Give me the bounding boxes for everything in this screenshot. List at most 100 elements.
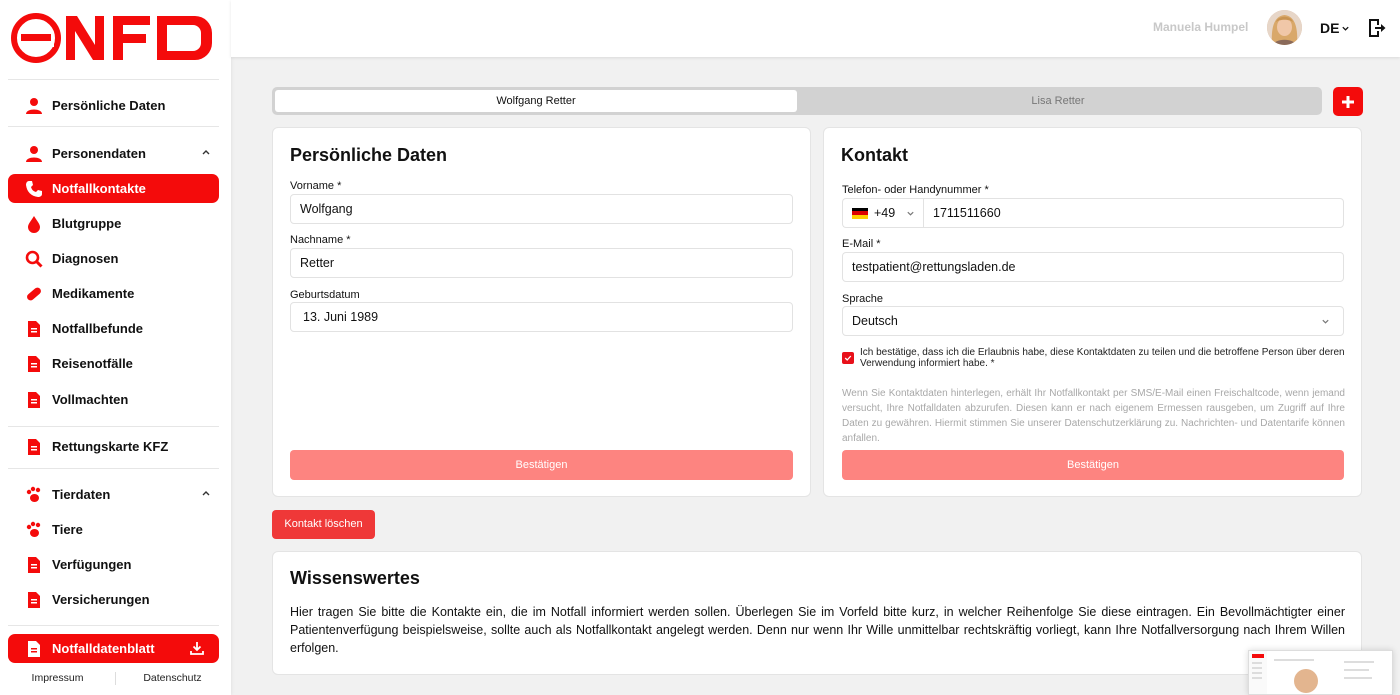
pill-icon [24,284,44,304]
sidebar-item-notfallbefunde[interactable]: Notfallbefunde [8,314,219,343]
paw-icon [24,485,44,505]
document-icon [24,390,44,410]
germany-flag-icon [852,207,868,219]
download-icon[interactable] [189,640,205,656]
delete-contact-button[interactable]: Kontakt löschen [272,510,375,539]
sidebar-item-label: Reisenotfälle [52,356,133,371]
add-contact-button[interactable] [1333,87,1363,116]
sidebar-item-diagnosen[interactable]: Diagnosen [8,244,219,273]
email-label: E-Mail * [842,238,881,250]
sidebar-item-rettungskarte-kfz[interactable]: Rettungskarte KFZ [8,432,219,461]
sidebar-item-verfuegungen[interactable]: Verfügungen [8,550,219,579]
phone-label: Telefon- oder Handynummer * [842,184,989,196]
sidebar-item-label: Blutgruppe [52,216,122,231]
contact-confirm-button[interactable]: Bestätigen [842,450,1344,480]
sidebar-item-label: Tiere [52,522,83,537]
sidebar-item-label: Personendaten [52,146,146,161]
sidebar-item-label: Diagnosen [52,251,119,266]
enfd-logo[interactable] [11,13,214,63]
language-select[interactable]: Deutsch [842,306,1344,336]
sidebar-item-notfalldatenblatt[interactable]: Notfalldatenblatt [8,634,219,663]
country-code-select[interactable]: +49 [842,198,923,228]
contact-title: Kontakt [841,145,908,165]
sidebar-item-tierdaten[interactable]: Tierdaten [8,480,219,509]
info-note: Wenn Sie Kontaktdaten hinterlegen, erhäl… [842,388,1345,444]
document-icon [24,437,44,457]
sidebar-item-label: Notfallkontakte [52,181,146,196]
sidebar-item-tiere[interactable]: Tiere [8,515,219,544]
preview-thumbnail[interactable] [1248,650,1393,695]
phone-icon [24,179,44,199]
logout-icon[interactable] [1368,18,1386,38]
sidebar-item-label: Persönliche Daten [52,98,166,113]
geburtsdatum-label: Geburtsdatum [290,289,360,301]
wissenswertes-text: Hier tragen Sie bitte die Kontakte ein, … [290,605,1345,655]
sidebar-footer: Impressum Datenschutz [0,668,231,688]
person-icon [24,144,44,164]
sidebar-item-persoenliche-daten[interactable]: Persönliche Daten [8,91,219,120]
blood-drop-icon [24,214,44,234]
magnifier-icon [24,249,44,269]
sidebar-item-versicherungen[interactable]: Versicherungen [8,585,219,614]
document-icon [24,319,44,339]
sidebar-item-medikamente[interactable]: Medikamente [8,279,219,308]
sidebar-item-label: Tierdaten [52,487,111,502]
user-name: Manuela Humpel [1153,20,1249,34]
vorname-input[interactable]: Wolfgang [290,194,793,224]
nachname-label: Nachname * [290,234,351,246]
sidebar-item-blutgruppe[interactable]: Blutgruppe [8,209,219,238]
sidebar-item-notfallkontakte[interactable]: Notfallkontakte [8,174,219,203]
divider [8,126,219,127]
email-input[interactable]: testpatient@rettungsladen.de [842,252,1344,282]
document-icon [24,639,44,659]
language-selector[interactable]: DE [1320,20,1350,36]
chevron-down-icon [1342,26,1350,31]
sidebar-item-vollmachten[interactable]: Vollmachten [8,385,219,414]
nachname-input[interactable]: Retter [290,248,793,278]
language-value: DE [1320,20,1340,36]
top-bar: Manuela Humpel DE [231,0,1400,57]
datenschutz-link[interactable]: Datenschutz [115,668,230,688]
consent-text: Ich bestätige, dass ich die Erlaubnis ha… [860,347,1345,369]
chevron-down-icon [907,211,914,216]
document-icon [24,555,44,575]
sidebar-item-label: Medikamente [52,286,135,301]
sidebar-item-label: Notfallbefunde [52,321,143,336]
sidebar-item-label: Vollmachten [52,392,129,407]
vorname-label: Vorname * [290,180,342,192]
contact-tabs: Wolfgang Retter Lisa Retter [272,87,1322,115]
sidebar-item-personendaten[interactable]: Personendaten [8,139,219,168]
divider [8,625,219,626]
tab-wolfgang-retter[interactable]: Wolfgang Retter [275,90,797,112]
language-label: Sprache [842,293,883,305]
person-icon [24,96,44,116]
sidebar: Persönliche Daten Personendaten Notfallk… [0,0,231,695]
tab-lisa-retter[interactable]: Lisa Retter [797,90,1319,112]
chevron-up-icon[interactable] [201,147,211,157]
check-icon [844,355,852,361]
sidebar-item-label: Verfügungen [52,557,132,572]
personal-data-title: Persönliche Daten [290,145,448,165]
chevron-up-icon[interactable] [201,488,211,498]
divider [8,468,219,469]
language-select-value: Deutsch [852,314,898,328]
country-code-value: +49 [874,206,896,220]
document-icon [24,590,44,610]
document-icon [24,354,44,374]
sidebar-item-label: Notfalldatenblatt [52,641,155,656]
divider [8,426,219,427]
consent-checkbox[interactable] [842,352,854,364]
geburtsdatum-input[interactable]: 13. Juni 1989 [290,302,793,332]
phone-input[interactable]: 1711511660 [923,198,1344,228]
chevron-down-icon [1322,319,1329,324]
sidebar-item-label: Versicherungen [52,592,150,607]
paw-icon [24,520,44,540]
sidebar-item-reisenotfaelle[interactable]: Reisenotfälle [8,349,219,378]
personal-confirm-button[interactable]: Bestätigen [290,450,793,480]
avatar[interactable] [1267,10,1302,45]
impressum-link[interactable]: Impressum [0,668,115,688]
divider [115,672,116,685]
divider [8,79,219,80]
sidebar-item-label: Rettungskarte KFZ [52,439,169,454]
plus-icon [1342,95,1354,108]
